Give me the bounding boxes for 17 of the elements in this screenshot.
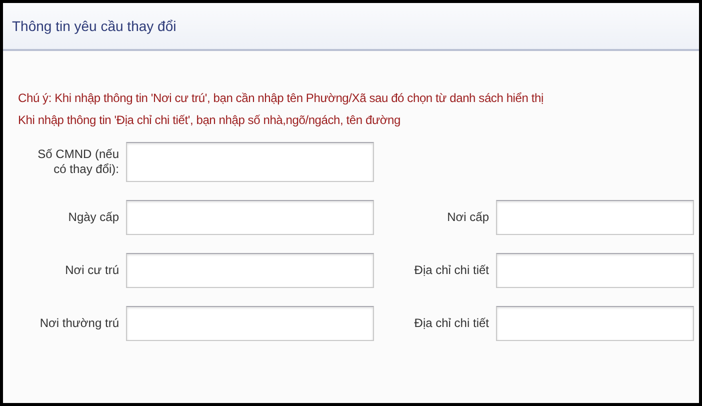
input-field[interactable] <box>126 142 374 182</box>
field-label: Địa chỉ chi tiết <box>414 316 489 331</box>
field-label: Nơi cấp <box>447 210 489 225</box>
input-field[interactable] <box>496 253 694 288</box>
panel-title: Thông tin yêu cầu thay đổi <box>12 18 176 34</box>
note-text: Khi nhập thông tin 'Địa chỉ chi tiết', bạn nhập số nhà,ngõ/ngách, tên đường <box>18 113 402 127</box>
field-label: Số CMND (nếu có thay đổi): <box>36 147 119 177</box>
input-field[interactable] <box>496 306 694 341</box>
input-field[interactable] <box>126 200 374 235</box>
input-field[interactable] <box>496 200 694 235</box>
field-label: Ngày cấp <box>68 210 119 225</box>
field-label: Nơi thường trú <box>40 316 119 331</box>
field-label: Địa chỉ chi tiết <box>414 263 489 278</box>
field-label: Nơi cư trú <box>65 263 119 278</box>
input-field[interactable] <box>126 253 374 288</box>
input-field[interactable] <box>126 306 374 341</box>
note-text: Chú ý: Khi nhập thông tin 'Nơi cư trú', bạn cần nhập tên Phường/Xã sau đó chọn từ danh sách hiển thị <box>18 91 544 105</box>
